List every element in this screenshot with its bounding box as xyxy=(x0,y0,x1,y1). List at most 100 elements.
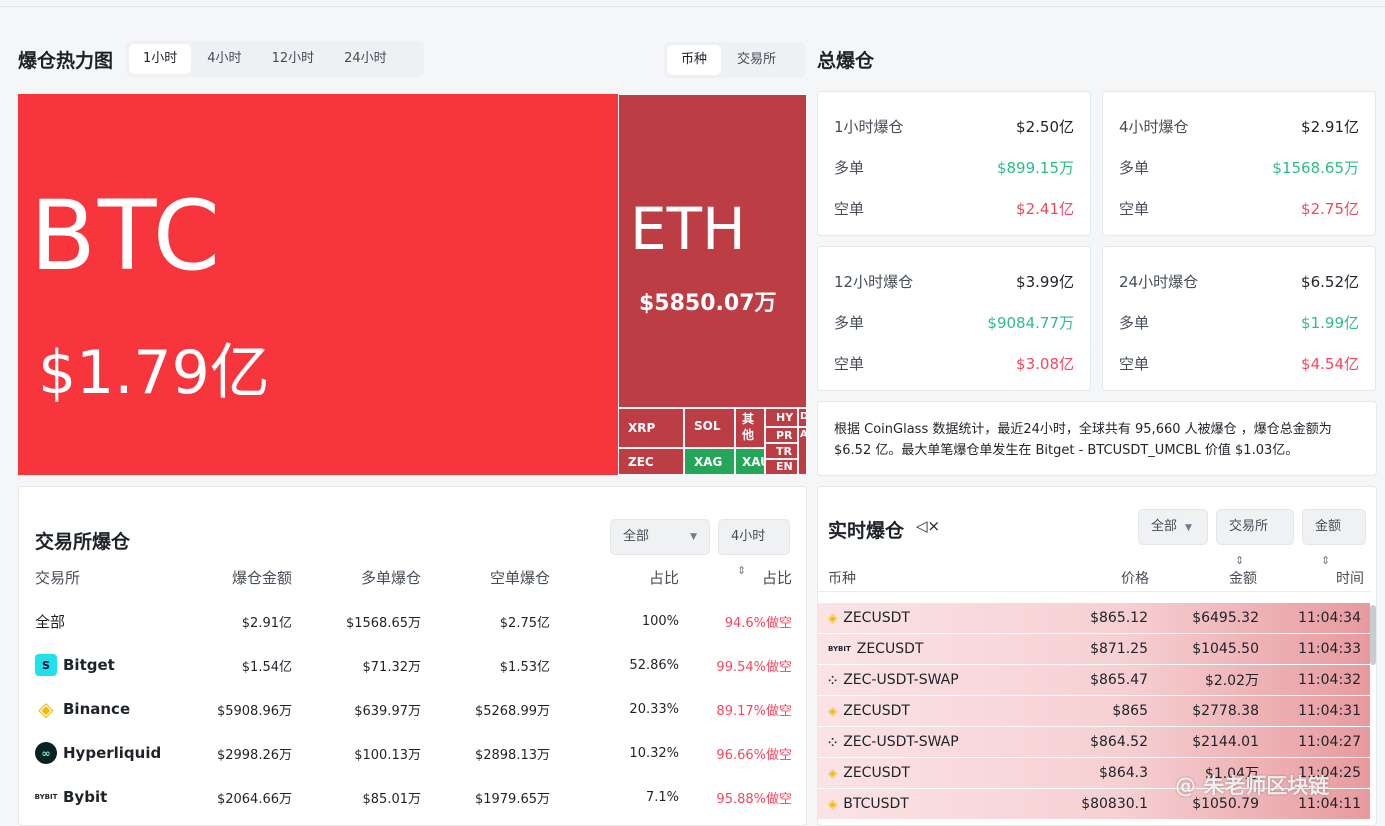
tile-other[interactable]: 其他 xyxy=(735,408,765,448)
amount-cell: $2.02万 xyxy=(1204,673,1259,689)
tile-btc-value: $1.79亿 xyxy=(38,338,270,408)
list-item[interactable]: ⁘ ZEC-USDT-SWAP $865.47 $2.02万 11:04:32 xyxy=(818,664,1370,695)
amount-cell: $1.54亿 xyxy=(241,659,292,675)
stat-label: 4小时爆仓 xyxy=(1119,118,1189,136)
tile-btc[interactable]: BTC $1.79亿 xyxy=(18,94,618,475)
table-row[interactable]: S Bitget $1.54亿 $71.32万 $1.53亿 52.86% 99.… xyxy=(35,643,792,687)
long-value: $899.15万 xyxy=(996,159,1074,177)
tab-1h[interactable]: 1小时 xyxy=(129,44,192,74)
short-cell: $1979.65万 xyxy=(474,791,550,807)
amount-cell: $2998.26万 xyxy=(216,747,292,763)
exchange-name: Bitget xyxy=(63,656,115,674)
exchange-filter-dropdown[interactable]: 全部 ▼ xyxy=(610,519,710,555)
long-label: 多单 xyxy=(834,159,865,177)
stat-total: $6.52亿 xyxy=(1301,273,1359,291)
long-cell: $100.13万 xyxy=(354,747,421,763)
summary-note: 根据 CoinGlass 数据统计，最近24小时，全球共有 95,660 人被爆… xyxy=(817,401,1377,476)
list-item[interactable]: ◈ ZECUSDT $865 $2778.38 11:04:31 xyxy=(818,695,1370,726)
okx-logo-icon: ⁘ xyxy=(828,673,838,687)
amount-cell: $2778.38 xyxy=(1192,703,1259,719)
price-cell: $865 xyxy=(1112,703,1148,719)
table-row[interactable]: ∞ Hyperliquid $2998.26万 $100.13万 $2898.13… xyxy=(35,731,792,775)
long-value: $1.99亿 xyxy=(1301,314,1359,332)
tile-xag[interactable]: XAG xyxy=(684,448,735,475)
tile-tr[interactable]: TR xyxy=(765,443,798,459)
tab-coin[interactable]: 币种 xyxy=(667,45,722,75)
short-value: $3.08亿 xyxy=(1016,355,1074,373)
realtime-filter-exchange[interactable]: 交易所⇕ xyxy=(1216,509,1294,567)
amount-cell: $1045.50 xyxy=(1192,641,1259,657)
stat-total: $2.91亿 xyxy=(1301,118,1359,136)
side-cell: 95.88%做空 xyxy=(716,791,792,807)
ratio-cell: 52.86% xyxy=(629,657,679,673)
realtime-filter-all[interactable]: 全部 ▼ xyxy=(1138,509,1208,545)
tile-eth[interactable]: ETH $5850.07万 xyxy=(618,94,807,408)
col-exchange: 交易所 xyxy=(35,569,81,587)
exchange-liquidation-panel: 交易所爆仓 全部 ▼ 4小时⇕ 交易所 爆仓金额 多单爆仓 空单爆仓 占比 占比 … xyxy=(18,486,807,826)
side-cell: 96.66%做空 xyxy=(716,747,792,763)
tile-hy[interactable]: HY xyxy=(765,408,798,427)
col-long: 多单爆仓 xyxy=(360,569,421,587)
table-row[interactable]: 全部 $2.91亿 $1568.65万 $2.75亿 100% 94.6%做空 xyxy=(35,599,792,643)
tab-4h[interactable]: 4小时 xyxy=(193,44,255,74)
long-cell: $1568.65万 xyxy=(345,615,421,631)
exchange-name: Hyperliquid xyxy=(63,744,162,762)
caret-down-icon: ▼ xyxy=(690,532,697,542)
list-item[interactable]: BYBIT ZECUSDT $871.25 $1045.50 11:04:33 xyxy=(818,633,1370,664)
stat-card-24h: 24小时爆仓 $6.52亿 多单 $1.99亿 空单 $4.54亿 xyxy=(1102,246,1376,391)
side-cell: 94.6%做空 xyxy=(724,615,792,631)
tile-d[interactable]: D xyxy=(798,408,807,427)
tile-xau[interactable]: XAU xyxy=(735,448,765,475)
tile-pr[interactable]: PR xyxy=(765,427,798,443)
tile-a[interactable]: A xyxy=(798,427,807,475)
list-item[interactable]: ◈ ZECUSDT $865.12 $6495.32 11:04:34 xyxy=(818,602,1370,633)
time-cell: 11:04:31 xyxy=(1298,703,1361,719)
col-price: 价格 xyxy=(1121,571,1149,587)
stat-card-4h: 4小时爆仓 $2.91亿 多单 $1568.65万 空单 $2.75亿 xyxy=(1102,91,1376,236)
mute-icon[interactable]: ◁× xyxy=(916,517,940,535)
time-filter-dropdown[interactable]: 4小时⇕ xyxy=(718,519,790,577)
col-symbol: 币种 xyxy=(828,571,856,587)
price-cell: $865.47 xyxy=(1090,672,1148,688)
realtime-filter-amount[interactable]: 金额⇕ xyxy=(1302,509,1366,567)
time-cell: 11:04:27 xyxy=(1298,734,1361,750)
tile-zec[interactable]: ZEC xyxy=(618,448,684,475)
bitget-logo-icon: S xyxy=(35,654,57,676)
tab-24h[interactable]: 24小时 xyxy=(330,44,401,74)
amount-cell: $5908.96万 xyxy=(216,703,292,719)
tile-en[interactable]: EN xyxy=(765,459,798,475)
short-label: 空单 xyxy=(1119,200,1150,218)
stat-card-1h: 1小时爆仓 $2.50亿 多单 $899.15万 空单 $2.41亿 xyxy=(817,91,1091,236)
short-label: 空单 xyxy=(1119,355,1150,373)
realtime-table-header: 币种 价格 金额 时间 xyxy=(818,563,1378,593)
tab-12h[interactable]: 12小时 xyxy=(258,44,329,74)
heatmap-title: 爆仓热力图 xyxy=(18,50,114,72)
symbol-cell: ZECUSDT xyxy=(843,610,910,626)
tile-sol[interactable]: SOL xyxy=(684,408,735,448)
exchange-name: Bybit xyxy=(63,788,108,806)
symbol-cell: ZECUSDT xyxy=(843,703,910,719)
time-cell: 11:04:32 xyxy=(1298,672,1361,688)
stat-label: 1小时爆仓 xyxy=(834,118,904,136)
tile-eth-symbol: ETH xyxy=(630,195,746,263)
bybit-logo-icon: BYBIT xyxy=(828,645,851,653)
tile-xrp[interactable]: XRP xyxy=(618,408,684,448)
short-value: $4.54亿 xyxy=(1301,355,1359,373)
amount-cell: $2.91亿 xyxy=(241,615,292,631)
list-item[interactable]: ⁘ ZEC-USDT-SWAP $864.52 $2144.01 11:04:27 xyxy=(818,726,1370,757)
long-label: 多单 xyxy=(834,314,865,332)
price-cell: $865.12 xyxy=(1090,610,1148,626)
header-divider xyxy=(818,591,1370,592)
long-cell: $85.01万 xyxy=(362,791,422,807)
scrollbar[interactable] xyxy=(1370,605,1376,665)
short-label: 空单 xyxy=(834,355,865,373)
short-cell: $5268.99万 xyxy=(474,703,550,719)
tab-exchange[interactable]: 交易所 xyxy=(723,45,790,75)
table-row[interactable]: ◈ Binance $5908.96万 $639.97万 $5268.99万 20… xyxy=(35,687,792,731)
short-cell: $2.75亿 xyxy=(499,615,550,631)
table-row[interactable]: BYBIT Bybit $2064.66万 $85.01万 $1979.65万 7… xyxy=(35,775,792,819)
time-cell: 11:04:33 xyxy=(1298,641,1361,657)
short-cell: $2898.13万 xyxy=(474,747,550,763)
ratio-cell: 20.33% xyxy=(629,701,679,717)
long-cell: $639.97万 xyxy=(354,703,421,719)
